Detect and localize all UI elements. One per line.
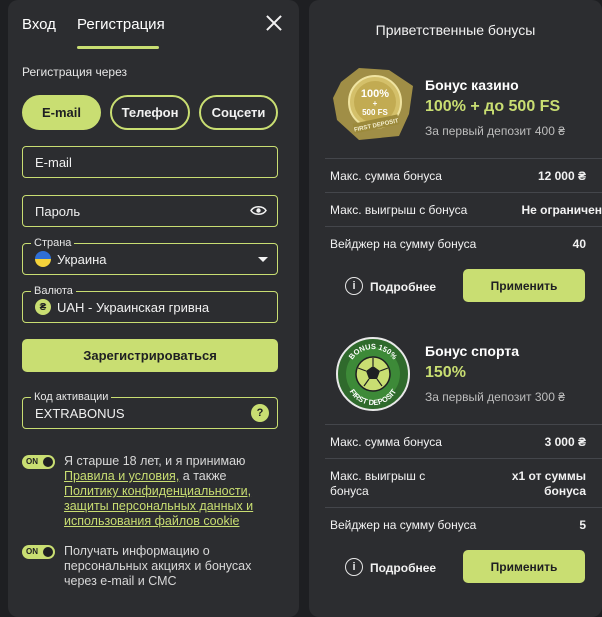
row-label: Вейджер на сумму бонуса [330, 518, 477, 532]
row-value: 40 [572, 237, 586, 251]
age-terms-consent: Я старше 18 лет, и я принимаю Правила и … [64, 454, 274, 529]
divider [325, 192, 602, 193]
row-value-line1: x1 от суммы [511, 469, 586, 483]
tab-registration[interactable]: Регистрация [77, 16, 165, 33]
consent-text-mid: а также [179, 469, 227, 483]
row-value-line2: бонуса [544, 484, 586, 498]
welcome-bonuses-panel: Приветственные бонусы 100% + 500 FS FIRS… [309, 0, 602, 617]
marketing-toggle[interactable]: ON [22, 545, 55, 559]
row-value: 5 [579, 518, 586, 532]
password-field[interactable]: Пароль [22, 195, 278, 227]
chevron-down-icon [258, 257, 268, 262]
country-legend: Страна [31, 236, 75, 250]
row-label: Макс. сумма бонуса [330, 435, 442, 449]
method-phone-button[interactable]: Телефон [110, 95, 190, 130]
registration-panel: Вход Регистрация Регистрация через E-mai… [8, 0, 299, 617]
promo-legend: Код активации [31, 390, 112, 404]
sport-bonus-deposit: За первый депозит 300 ₴ [425, 390, 565, 404]
row-label: Макс. выигрыш с бонуса [330, 469, 425, 499]
row-value: 3 000 ₴ [544, 435, 586, 449]
casino-bonus-name: Бонус казино [425, 77, 519, 93]
divider [325, 226, 602, 227]
currency-select[interactable]: Валюта ₴ UAH - Украинская гривна [22, 284, 278, 323]
method-social-button[interactable]: Соцсети [199, 95, 278, 130]
register-button[interactable]: Зарегистрироваться [22, 339, 278, 372]
badge-plus: + [373, 99, 378, 108]
row-label-line2: бонуса [330, 484, 369, 498]
info-icon[interactable]: i [345, 277, 363, 295]
bonuses-title: Приветственные бонусы [375, 22, 536, 38]
divider [325, 458, 602, 459]
row-label-line1: Макс. выигрыш с [330, 469, 426, 483]
badge-fs: 500 FS [362, 108, 388, 117]
method-email-button[interactable]: E-mail [22, 95, 101, 130]
sport-bonus-name: Бонус спорта [425, 343, 519, 359]
divider [325, 507, 602, 508]
promo-value: EXTRABONUS [35, 405, 125, 421]
sport-apply-button[interactable]: Применить [463, 550, 585, 583]
toggle-knob [43, 547, 53, 557]
auth-tabs: Вход Регистрация [22, 12, 289, 50]
casino-bonus-deposit: За первый депозит 400 ₴ [425, 124, 565, 138]
currency-value: UAH - Украинская гривна [57, 299, 210, 315]
casino-bonus-badge: 100% + 500 FS FIRST DEPOSIT [333, 68, 413, 140]
country-select[interactable]: Страна Украина [22, 236, 278, 275]
promo-code-field[interactable]: Код активации EXTRABONUS ? [22, 390, 278, 429]
divider [325, 424, 602, 425]
toggle-on-label: ON [26, 547, 38, 556]
currency-legend: Валюта [31, 284, 76, 298]
toggle-knob [43, 457, 53, 467]
eye-icon[interactable] [250, 205, 267, 216]
row-value: x1 от суммы бонуса [512, 469, 586, 499]
row-label: Макс. выигрыш с бонуса [330, 203, 468, 217]
row-label: Вейджер на сумму бонуса [330, 237, 477, 251]
casino-more-link[interactable]: Подробнее [370, 280, 436, 294]
privacy-link[interactable]: Политику конфиденциальности, защиты перс… [64, 484, 253, 528]
email-placeholder: E-mail [35, 154, 72, 170]
age-terms-toggle[interactable]: ON [22, 455, 55, 469]
row-label: Макс. сумма бонуса [330, 169, 442, 183]
country-value: Украина [57, 251, 107, 267]
sport-bonus-amount: 150% [425, 364, 466, 381]
casino-apply-button[interactable]: Применить [463, 269, 585, 302]
divider [325, 158, 602, 159]
toggle-on-label: ON [26, 457, 38, 466]
ukraine-flag-icon [35, 251, 51, 267]
register-via-label: Регистрация через [22, 65, 127, 79]
sport-bonus-badge: BONUS 150% FIRST DEPOSIT [336, 337, 410, 411]
email-field[interactable]: E-mail [22, 146, 278, 178]
password-placeholder: Пароль [35, 203, 81, 219]
question-icon[interactable]: ? [251, 404, 269, 422]
casino-bonus-amount: 100% + до 500 FS [425, 98, 561, 115]
marketing-consent-text: Получать информацию о персональных акция… [64, 544, 252, 588]
tab-login[interactable]: Вход [22, 16, 56, 33]
consent-text: Я старше 18 лет, и я принимаю [64, 454, 246, 468]
sport-more-link[interactable]: Подробнее [370, 561, 436, 575]
row-value: 12 000 ₴ [537, 169, 586, 183]
row-value: Не ограничен [521, 203, 602, 217]
info-icon[interactable]: i [345, 558, 363, 576]
hryvnia-icon: ₴ [35, 299, 51, 315]
active-tab-underline [77, 46, 159, 49]
terms-link[interactable]: Правила и условия, [64, 469, 179, 483]
close-icon[interactable] [263, 12, 285, 34]
